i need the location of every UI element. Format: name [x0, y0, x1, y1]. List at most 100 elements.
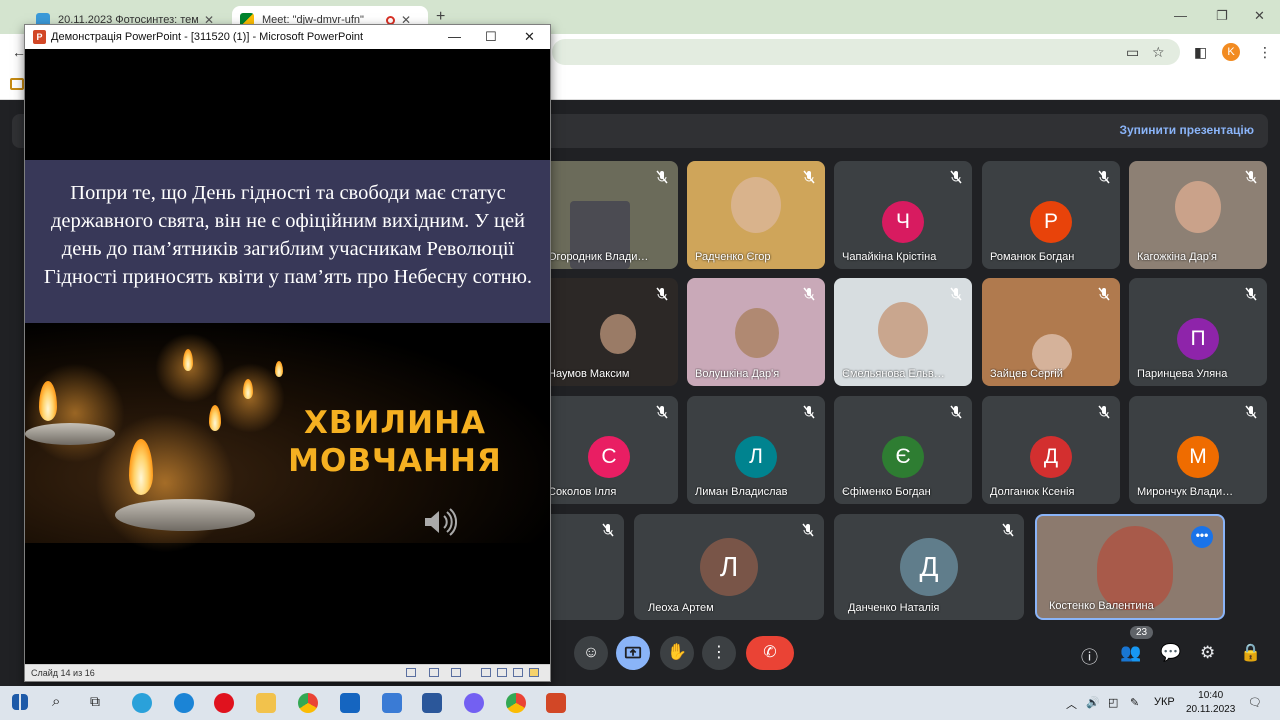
participant-tile[interactable]: Д Долганюк Ксенія — [982, 396, 1120, 504]
powerpoint-icon: P — [33, 30, 46, 44]
participant-name: Паринцева Уляна — [1137, 368, 1228, 380]
participant-tile[interactable]: Р Романюк Богдан — [982, 161, 1120, 269]
participant-name: Данченко Наталія — [848, 602, 940, 614]
raise-hand-button[interactable]: ✋ — [660, 636, 694, 670]
host-controls-icon[interactable]: 🔒 — [1240, 643, 1261, 663]
camera-icon[interactable]: ▭ — [1126, 44, 1139, 61]
chrome-icon[interactable] — [298, 693, 318, 713]
participant-tile[interactable]: Зайцев Сергій — [982, 278, 1120, 386]
pen-icon[interactable]: ✎ — [1130, 696, 1139, 709]
slideshow-view-icon[interactable] — [529, 668, 539, 677]
word-icon[interactable] — [422, 693, 442, 713]
notifications-icon[interactable]: 🗨 — [1248, 696, 1262, 709]
viber-icon[interactable] — [464, 693, 484, 713]
participant-tile[interactable]: Наумов Максим — [540, 278, 678, 386]
profile-avatar[interactable]: K — [1222, 43, 1240, 61]
start-icon[interactable] — [12, 694, 28, 710]
stop-presentation-button[interactable]: Зупинити презентацію — [1119, 123, 1254, 137]
participant-avatar: П — [1177, 318, 1219, 360]
chat-icon[interactable]: 💬 — [1160, 643, 1181, 663]
bookmark-folder-icon[interactable] — [10, 78, 24, 90]
notes-icon[interactable] — [429, 668, 439, 677]
participant-tile[interactable]: Є Єфіменко Богдан — [834, 396, 972, 504]
participant-video — [731, 177, 781, 233]
close-window-icon[interactable]: ✕ — [1254, 8, 1265, 24]
participant-tile[interactable]: П Паринцева Уляна — [1129, 278, 1267, 386]
participant-tile[interactable]: М Мирончук Влади… — [1129, 396, 1267, 504]
participant-tile[interactable]: Д Данченко Наталія — [834, 514, 1024, 620]
participant-tile[interactable]: Л Лиман Владислав — [687, 396, 825, 504]
participant-avatar: Л — [700, 538, 758, 596]
participant-name: Кагожкіна Дар'я — [1137, 251, 1217, 263]
people-icon[interactable]: 👥 — [1120, 643, 1141, 663]
ppt-window-title: Демонстрація PowerPoint - [311520 (1)] -… — [51, 31, 364, 43]
participant-tile[interactable]: С Соколов Ілля — [540, 396, 678, 504]
slide-counter: Слайд 14 из 16 — [31, 668, 95, 678]
self-video-tile[interactable]: ••• Костенко Валентина — [1035, 514, 1225, 620]
present-screen-button[interactable] — [616, 636, 650, 670]
participant-tile[interactable]: Ч Чапайкіна Крістіна — [834, 161, 972, 269]
slide-canvas: Попри те, що День гідності та свободи ма… — [25, 49, 550, 664]
close-icon[interactable]: ✕ — [524, 29, 535, 45]
omnibox[interactable] — [552, 39, 1180, 65]
participant-tile[interactable]: Радченко Єгор — [687, 161, 825, 269]
maximize-icon[interactable]: ☐ — [485, 29, 497, 45]
store-icon[interactable] — [382, 693, 402, 713]
next-slide-icon[interactable] — [451, 668, 461, 677]
reading-view-icon[interactable] — [513, 668, 523, 677]
mic-off-icon — [948, 169, 964, 185]
windows-taskbar: ⌕ ⧉ ︿ 🔊 ◰ ✎ УКР 10:40 20.11.2023 🗨 — [0, 686, 1280, 720]
side-panel-icon[interactable]: ◧ — [1194, 44, 1207, 61]
mic-off-icon — [1243, 286, 1259, 302]
network-icon[interactable]: ◰ — [1108, 696, 1118, 709]
tray-chevron-icon[interactable]: ︿ — [1066, 696, 1077, 712]
activities-icon[interactable]: ⚙ — [1200, 643, 1215, 663]
telegram-icon[interactable] — [132, 693, 152, 713]
mic-off-icon — [1096, 404, 1112, 420]
prev-slide-icon[interactable] — [406, 668, 416, 677]
mail-icon[interactable] — [340, 693, 360, 713]
powerpoint-taskbar-icon[interactable] — [546, 693, 566, 713]
edge-icon[interactable] — [174, 693, 194, 713]
menu-icon[interactable]: ⋮ — [1258, 44, 1272, 61]
more-options-button[interactable]: ⋮ — [702, 636, 736, 670]
minimize-icon[interactable]: — — [448, 29, 461, 44]
search-icon[interactable]: ⌕ — [52, 693, 72, 713]
normal-view-icon[interactable] — [481, 668, 491, 677]
opera-icon[interactable] — [214, 693, 234, 713]
participant-tile[interactable]: Л Леоха Артем — [634, 514, 824, 620]
speaker-icon[interactable] — [423, 507, 459, 537]
sorter-view-icon[interactable] — [497, 668, 507, 677]
leave-call-button[interactable]: ✆ — [746, 636, 794, 670]
volume-icon[interactable]: 🔊 — [1086, 696, 1100, 709]
emoji-button[interactable]: ☺ — [574, 636, 608, 670]
file-explorer-icon[interactable] — [256, 693, 276, 713]
mic-off-icon — [1000, 522, 1016, 538]
participant-avatar: С — [588, 436, 630, 478]
participant-tile[interactable]: Кагожкіна Дар'я — [1129, 161, 1267, 269]
task-view-icon[interactable]: ⧉ — [90, 693, 110, 713]
mic-off-icon — [654, 286, 670, 302]
minimize-icon[interactable]: — — [1174, 8, 1187, 23]
star-icon[interactable]: ☆ — [1152, 44, 1165, 61]
clock[interactable]: 10:40 20.11.2023 — [1186, 689, 1235, 717]
chrome-icon[interactable] — [506, 693, 526, 713]
mic-off-icon — [1096, 169, 1112, 185]
participant-name: Костенко Валентина — [1049, 600, 1154, 612]
participant-name: Долганюк Ксенія — [990, 486, 1075, 498]
participant-name: Зайцев Сергій — [990, 368, 1063, 380]
language-indicator[interactable]: УКР — [1154, 696, 1175, 708]
mic-off-icon — [654, 404, 670, 420]
participant-tile[interactable]: Огородник Влади… — [540, 161, 678, 269]
mic-off-icon — [801, 286, 817, 302]
participant-tile[interactable]: Волушкіна Дар'я — [687, 278, 825, 386]
participant-name: Соколов Ілля — [548, 486, 617, 498]
info-icon[interactable]: ⓘ — [1081, 643, 1098, 668]
more-options-button[interactable]: ••• — [1191, 526, 1213, 548]
participant-count-badge: 23 — [1130, 626, 1154, 639]
slide-heading-line-2: МОВЧАННЯ — [288, 443, 502, 479]
maximize-icon[interactable]: ❐ — [1216, 8, 1228, 24]
slide-body-text: Попри те, що День гідності та свободи ма… — [43, 182, 533, 288]
participant-avatar: М — [1177, 436, 1219, 478]
participant-tile[interactable]: Ємельянова Ельв… — [834, 278, 972, 386]
